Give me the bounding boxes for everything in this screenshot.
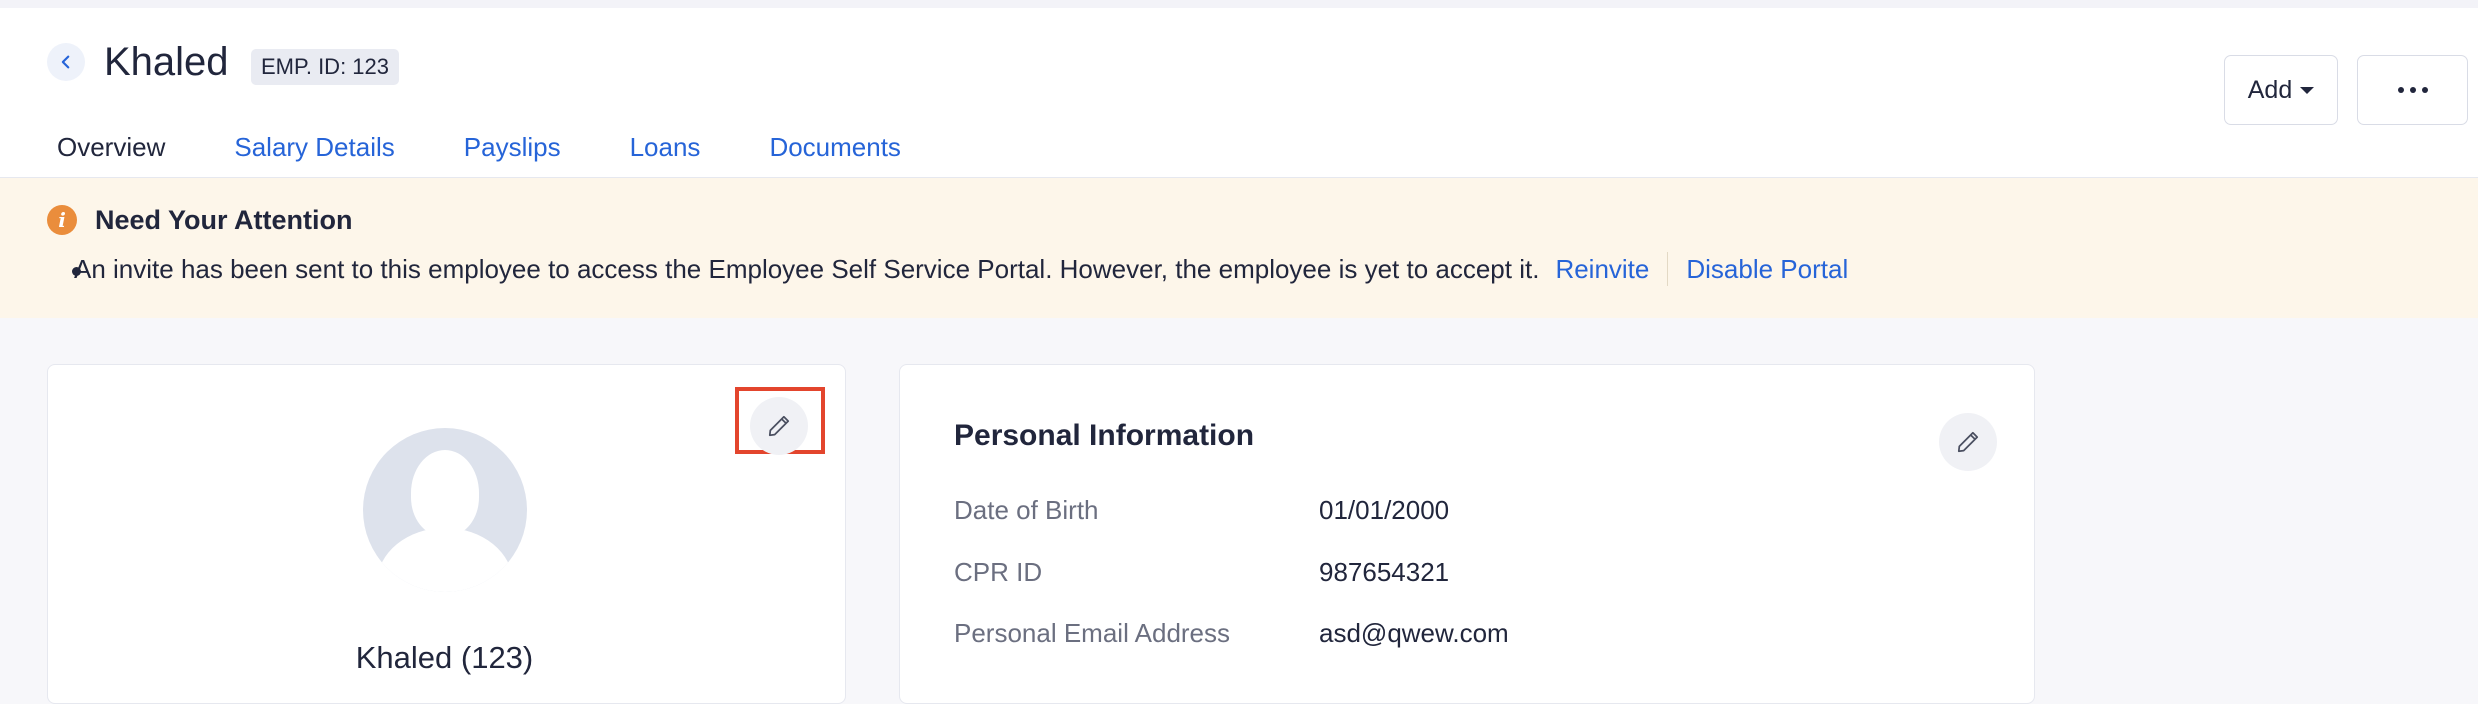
tab-salary-details[interactable]: Salary Details (224, 123, 404, 186)
tab-overview[interactable]: Overview (47, 123, 176, 198)
attention-message: An invite has been sent to this employee… (74, 254, 1540, 284)
chevron-left-icon (61, 55, 70, 69)
top-strip (0, 0, 2478, 8)
more-dot-icon (2397, 87, 2404, 93)
personal-email-label: Personal Email Address (954, 618, 1231, 648)
avatar-head-shape (411, 450, 479, 536)
add-button[interactable]: Add (2224, 55, 2338, 125)
attention-title: Need Your Attention (95, 205, 353, 235)
more-dot-icon (2421, 87, 2428, 93)
edit-profile-button[interactable] (750, 397, 808, 455)
tab-loans[interactable]: Loans (620, 123, 711, 186)
back-button[interactable] (47, 43, 85, 81)
personal-email-value: asd@qwew.com (1319, 618, 1509, 648)
personal-information-card (899, 364, 2035, 704)
more-dot-icon (2409, 87, 2416, 93)
more-options-button[interactable] (2357, 55, 2468, 125)
employee-id-badge: EMP. ID: 123 (251, 49, 399, 85)
employee-header: Khaled EMP. ID: 123 Add Overview Salary … (0, 8, 2478, 198)
tab-documents[interactable]: Documents (759, 123, 911, 186)
profile-display-name: Khaled (123) (355, 640, 534, 675)
dob-value: 01/01/2000 (1319, 495, 1450, 525)
pencil-icon (1957, 431, 1979, 453)
pencil-icon (768, 415, 790, 437)
attention-banner: i Need Your Attention An invite has been… (0, 178, 2478, 318)
avatar (363, 428, 527, 592)
add-button-label: Add (2247, 75, 2293, 104)
avatar-body-shape (377, 528, 513, 592)
cpr-id-label: CPR ID (954, 557, 1043, 587)
caret-down-icon (2300, 86, 2315, 94)
tab-payslips[interactable]: Payslips (454, 123, 571, 186)
edit-personal-info-button[interactable] (1939, 413, 1997, 471)
tab-bar: Overview Salary Details Payslips Loans D… (47, 123, 960, 198)
disable-portal-link[interactable]: Disable Portal (1686, 252, 1848, 286)
personal-information-title: Personal Information (954, 419, 1255, 452)
info-icon: i (47, 205, 77, 235)
dob-label: Date of Birth (954, 495, 1099, 525)
employee-name: Khaled (104, 40, 229, 84)
cpr-id-value: 987654321 (1319, 557, 1450, 587)
reinvite-link[interactable]: Reinvite (1555, 252, 1669, 286)
attention-message-row: An invite has been sent to this employee… (72, 252, 1848, 286)
bullet-icon (72, 267, 81, 276)
